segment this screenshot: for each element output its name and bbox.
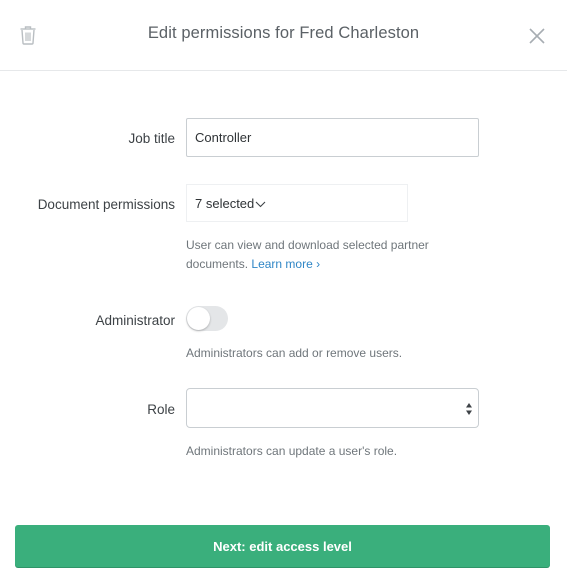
document-permissions-label: Document permissions [37,197,175,212]
administrator-toggle[interactable] [186,306,228,331]
select-arrows-icon [465,402,473,416]
chevron-down-icon [255,185,266,222]
job-title-input[interactable] [186,118,479,157]
edit-permissions-modal: Edit permissions for Fred Charleston Job… [0,0,567,581]
job-title-label: Job title [128,131,175,146]
modal-title: Edit permissions for Fred Charleston [147,24,420,42]
administrator-help: Administrators can add or remove users. [186,346,403,360]
close-icon[interactable] [527,26,547,46]
role-help: Administrators can update a user's role. [186,444,398,458]
role-select[interactable] [186,388,479,428]
modal-header: Edit permissions for Fred Charleston [0,0,567,71]
next-edit-access-level-button[interactable]: Next: edit access level [15,525,550,567]
document-permissions-select[interactable]: 7 selected [186,184,408,222]
document-permissions-selected-text: 7 selected [195,196,255,211]
role-label: Role [147,402,175,417]
document-permissions-help: User can view and download selected part… [186,236,486,274]
administrator-label: Administrator [95,313,175,328]
toggle-knob [187,307,210,330]
learn-more-link[interactable]: Learn more › [251,257,320,271]
